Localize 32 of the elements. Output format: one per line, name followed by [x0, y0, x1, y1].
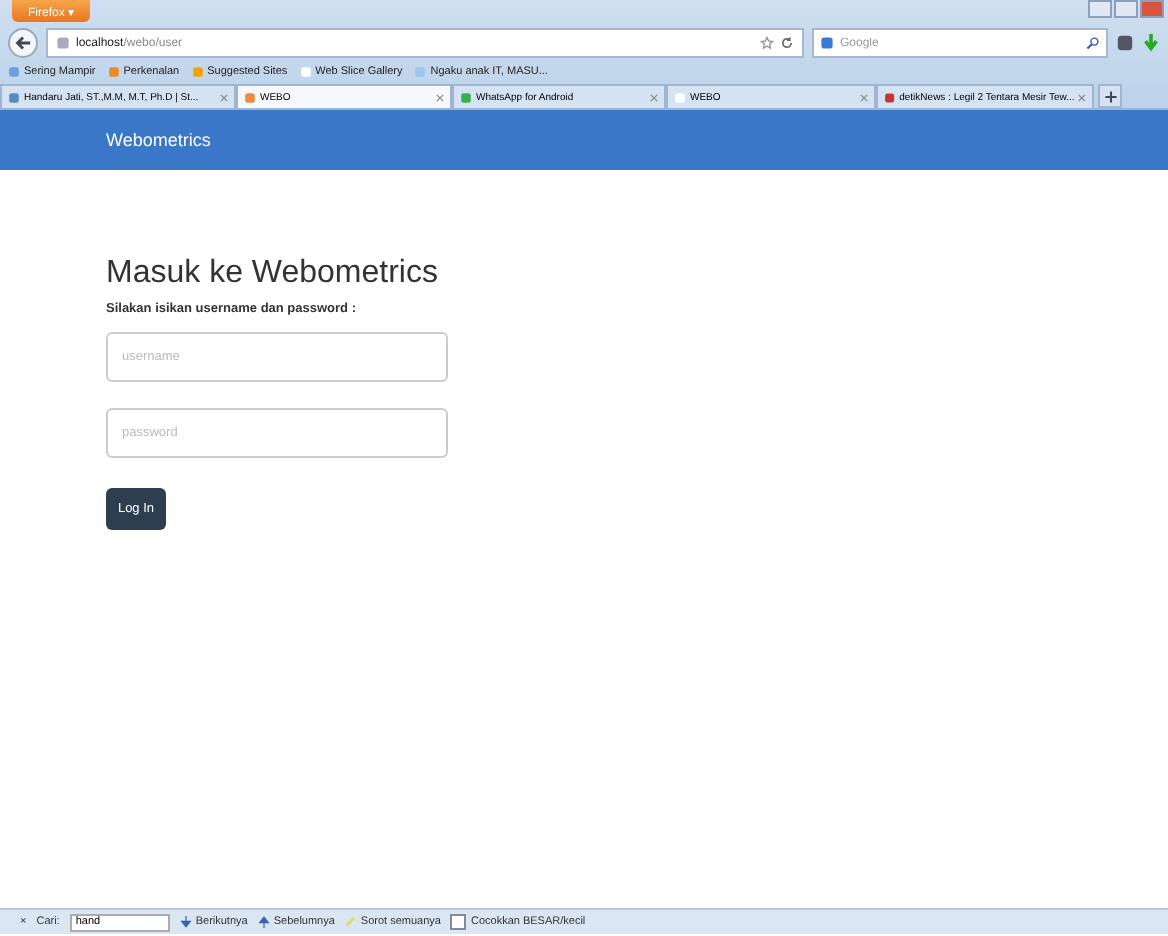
bookmark-icon	[191, 65, 204, 77]
up-arrow-icon	[257, 916, 270, 928]
tab-close-icon[interactable]	[650, 93, 658, 101]
tab-favicon-icon	[674, 91, 686, 103]
brand-link[interactable]: Webometrics	[106, 130, 211, 150]
tab-favicon-icon	[884, 91, 896, 103]
page-heading: Masuk ke Webometrics	[106, 256, 438, 292]
star-icon[interactable]	[760, 36, 774, 50]
bookmark-icon	[107, 65, 120, 77]
down-arrow-icon	[179, 916, 192, 928]
back-button[interactable]	[8, 28, 38, 58]
tab-close-icon[interactable]	[1078, 93, 1086, 101]
pencil-icon	[344, 916, 357, 928]
search-engine-icon	[820, 36, 834, 50]
minimize-button[interactable]	[1088, 0, 1112, 18]
plus-icon	[1103, 89, 1117, 103]
reload-icon[interactable]	[780, 36, 794, 50]
tab-close-icon[interactable]	[436, 93, 444, 101]
bookmark-icon	[8, 65, 20, 77]
new-tab-button[interactable]	[1098, 84, 1122, 108]
tab-close-icon[interactable]	[220, 93, 228, 101]
back-arrow-icon	[14, 34, 32, 52]
bookmark-icon	[414, 65, 427, 77]
bookmark-icon	[299, 65, 312, 77]
download-icon[interactable]	[1142, 34, 1160, 52]
restore-button[interactable]	[1114, 0, 1138, 18]
search-icon[interactable]	[1086, 36, 1100, 50]
tab-favicon-icon	[460, 91, 472, 103]
tab-favicon-icon	[244, 91, 256, 103]
tab-close-icon[interactable]	[860, 93, 868, 101]
tab-favicon-icon	[8, 91, 20, 103]
close-button[interactable]	[1140, 0, 1164, 18]
